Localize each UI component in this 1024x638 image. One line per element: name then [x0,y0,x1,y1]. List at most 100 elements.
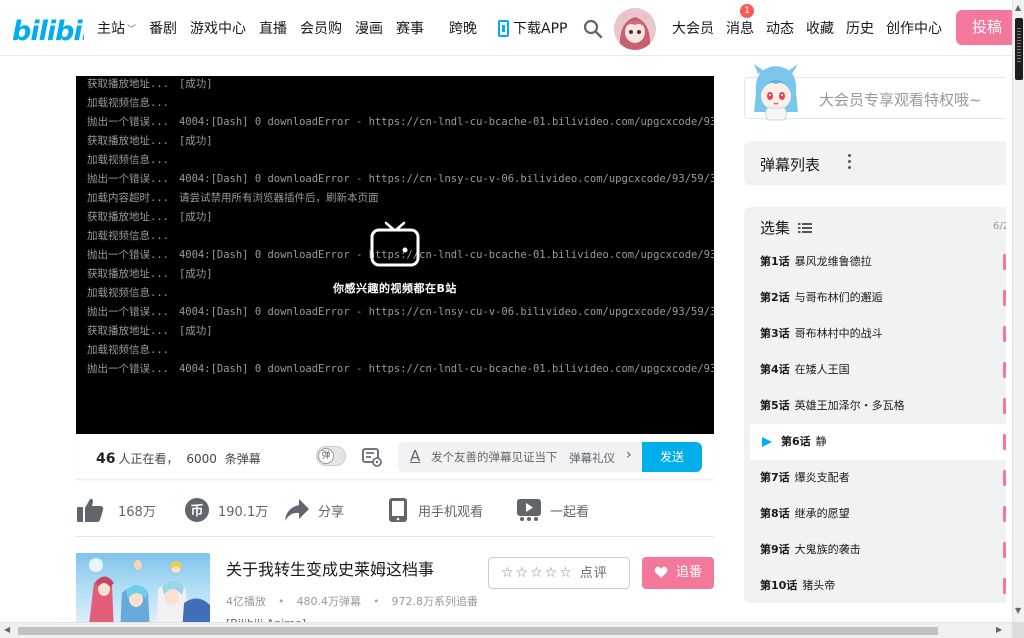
episode-title: 静 [815,435,827,448]
scrollbar-corner [1012,622,1024,638]
episode-title: 哥布林村中的战斗 [794,327,883,340]
episode-number: 第1话 [760,255,790,268]
like-count: 168万 [118,504,156,520]
nav-vip[interactable]: 大会员 [672,18,714,38]
chevron-down-icon: ﹀ [127,24,137,35]
nav-item-games[interactable]: 游戏中心 [190,18,246,38]
log-line-detail: [成功] [178,268,213,280]
vip-banner-text: 大会员专享观看特权哦~ [819,91,982,109]
rate-button[interactable]: ☆☆☆☆☆ 点评 [488,557,630,589]
media-stats: 4亿播放 • 480.4万弹幕 • 972.8万系列追番 [226,593,478,609]
nav-item-gala[interactable]: 跨晚 [449,18,477,38]
download-app-link[interactable]: 下载APP [498,18,567,38]
play-count: 4亿播放 [226,595,266,608]
divider [76,536,714,537]
episode-title: 爆炎支配者 [794,471,850,484]
log-line-prefix: 抛出一个错误... [87,116,169,128]
log-line: 加载内容超时... 请尝试禁用所有浏览器插件后，刷新本页面 [87,189,714,208]
episode-item[interactable]: 第7话 爆炎支配者 [750,460,1006,496]
scrollbar-thumb[interactable] [1015,18,1023,80]
danmaku-settings-icon[interactable] [362,447,382,467]
scrollbar-thumb[interactable] [18,627,938,635]
log-line-prefix: 获取播放地址... [87,135,169,147]
player-slogan: 你感兴趣的视频都在B站 [333,282,457,295]
danmaku-toggle[interactable]: 弹 [316,446,346,466]
vertical-scrollbar[interactable]: ▲ ▼ [1012,0,1024,622]
media-title[interactable]: 关于我转生变成史莱姆这档事 [226,556,434,580]
log-line-prefix: 加载视频信息... [87,344,169,356]
anime-cover-image[interactable] [76,553,210,633]
episode-title: 与哥布林们的邂逅 [794,291,883,304]
more-options-icon[interactable] [848,154,852,170]
nav-item-shop[interactable]: 会员购 [300,18,342,38]
log-line: 抛出一个错误... 4004:[Dash] 0 downloadError - h… [87,303,714,322]
vip-marker [1003,506,1006,522]
episode-number: 第7话 [760,471,790,484]
nav-history[interactable]: 历史 [846,18,874,38]
bilibili-logo[interactable]: bilibili [12,9,84,47]
video-player[interactable]: 获取播放地址... [成功] 加载视频信息... 抛出一个错误... 4004:[Das… [76,76,714,434]
danmaku-etiquette-link[interactable]: 弹幕礼仪 [569,450,615,466]
danmaku-style-icon[interactable]: A [410,447,420,465]
episode-item[interactable]: 第5话 英雄王加泽尔・多瓦格 [750,388,1006,424]
danmaku-count: 6000 [186,452,217,466]
rate-label: 点评 [579,566,608,581]
log-line-detail: [成功] [178,135,213,147]
log-line-detail: 4004:[Dash] 0 downloadError - https://cn… [178,363,714,375]
nav-item-anime[interactable]: 番剧 [149,18,177,38]
watch-together-button[interactable]: 一起看 [516,492,589,528]
share-icon [285,499,309,521]
like-button[interactable]: 168万 [76,492,156,528]
nav-item-home[interactable]: 主站 ﹀ [97,18,136,38]
scroll-up-arrow[interactable]: ▲ [1015,3,1021,12]
star-rating-icon: ☆☆☆☆☆ [501,565,574,581]
horizontal-scrollbar[interactable]: ◀ ▶ [0,622,1024,638]
episode-item[interactable]: 第6话静 [750,424,1006,460]
episode-item[interactable]: 第4话 在矮人王国 [750,352,1006,388]
watch-on-mobile-button[interactable]: 用手机观看 [388,492,483,528]
episode-item[interactable]: 第3话 哥布林村中的战斗 [750,316,1006,352]
nav-messages[interactable]: 消息 1 [726,4,754,38]
message-badge: 1 [740,4,754,18]
search-icon[interactable] [583,19,603,39]
log-line-prefix: 加载内容超时... [87,192,169,204]
nav-item-manga[interactable]: 漫画 [355,18,383,38]
episode-title: 继承的愿望 [794,507,850,520]
log-line-prefix: 获取播放地址... [87,325,169,337]
viewer-text: 人正在看， [118,452,179,466]
episode-item[interactable]: 第2话 与哥布林们的邂逅 [750,280,1006,316]
danmaku-list-panel[interactable]: 弹幕列表 [744,141,1006,185]
separator-dot: • [373,595,380,608]
episode-item[interactable]: 第10话 猪头帝 [750,568,1006,603]
coin-button[interactable]: 币 190.1万 [184,492,268,528]
scroll-left-arrow[interactable]: ◀ [4,625,10,634]
episode-item[interactable]: 第9话 大鬼族的袭击 [750,532,1006,568]
user-avatar[interactable] [614,8,656,50]
follow-anime-button[interactable]: 追番 [642,557,714,589]
log-line: 抛出一个错误... 4004:[Dash] 0 downloadError - h… [87,113,714,132]
scroll-right-arrow[interactable]: ▶ [996,625,1002,634]
chevron-right-icon[interactable]: › [626,447,632,463]
episode-item[interactable]: 第8话 继承的愿望 [750,496,1006,532]
share-button[interactable]: 分享 [284,492,344,528]
nav-creator-center[interactable]: 创作中心 [886,18,942,38]
danmaku-list-title: 弹幕列表 [760,156,821,174]
nav-dynamics[interactable]: 动态 [766,18,794,38]
episode-item[interactable]: 第1话 暴风龙维鲁德拉 [750,244,1006,280]
log-line: 获取播放地址... [成功] [87,76,714,94]
log-line: 加载视频信息... [87,341,714,360]
log-line: 获取播放地址... [成功] [87,132,714,151]
nav-item-esports[interactable]: 赛事 [396,18,424,38]
episode-number: 第2话 [760,291,790,304]
upload-button[interactable]: 投稿 [956,10,1016,45]
episode-title: 猪头帝 [802,579,836,592]
scroll-down-arrow[interactable]: ▼ [1015,606,1021,615]
log-line-detail: [成功] [178,78,213,90]
danmaku-bar: 46人正在看， 6000 条弹幕 弹 A 弹幕礼仪 › 发送 [76,434,714,480]
nav-favorites[interactable]: 收藏 [806,18,834,38]
episode-number: 第9话 [760,543,790,556]
list-view-icon[interactable] [798,222,813,234]
send-danmaku-button[interactable]: 发送 [642,442,702,472]
log-line-detail: 4004:[Dash] 0 downloadError - https://cn… [178,249,714,261]
nav-item-live[interactable]: 直播 [259,18,287,38]
